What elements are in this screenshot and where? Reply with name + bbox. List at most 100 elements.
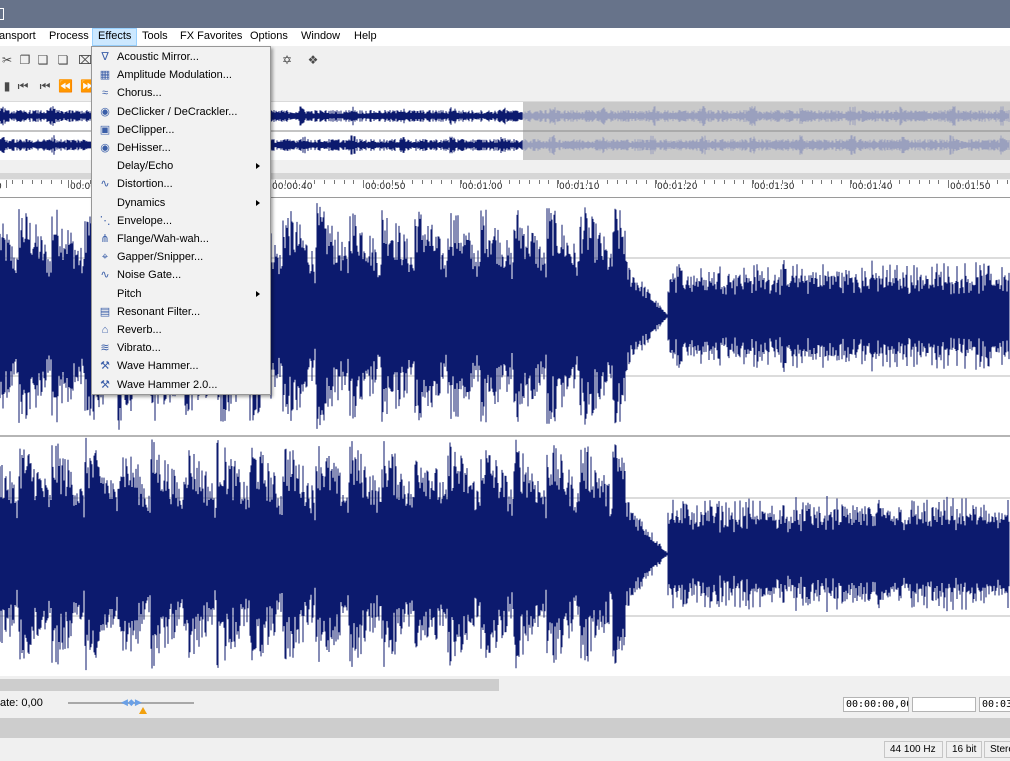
ruler-minor-tick <box>32 180 33 184</box>
effects-menu-item[interactable]: Delay/Echo <box>94 157 268 175</box>
vibrato-icon: ≋ <box>100 342 110 355</box>
ruler-minor-tick <box>71 180 72 184</box>
horizontal-scrollbar[interactable] <box>0 678 1010 692</box>
effects-menu-item[interactable]: ⚒ Wave Hammer... <box>94 357 268 375</box>
effects-menu-item[interactable]: ▣ DeClipper... <box>94 121 268 139</box>
effects-menu-item-label: Acoustic Mirror... <box>117 51 199 63</box>
effects-menu-item-label: Pitch <box>117 287 142 300</box>
ruler-minor-tick <box>782 180 783 184</box>
ruler-minor-tick <box>841 180 842 184</box>
ruler-minor-tick <box>880 180 881 184</box>
ruler-minor-tick <box>656 180 657 184</box>
menu-window[interactable]: Window <box>296 28 345 46</box>
ruler-minor-tick <box>714 180 715 184</box>
go-to-start-icon[interactable]: ⏮ <box>16 79 30 93</box>
cut-icon[interactable]: ✂ <box>0 53 14 67</box>
menu-effects[interactable]: Effects <box>92 28 138 46</box>
effects-menu: ∇ Acoustic Mirror... ▦ Amplitude Modulation… <box>91 46 271 395</box>
effects-menu-item[interactable]: ◉ DeClicker / DeCrackler... <box>94 103 268 121</box>
plugin-icon[interactable]: ❖ <box>306 53 320 67</box>
effects-menu-item[interactable]: ⋱ Envelope... <box>94 212 268 230</box>
mix-icon[interactable]: ❏ <box>56 53 70 67</box>
length-field[interactable]: 00:03: <box>979 697 1010 712</box>
menu-bar: ansport Process Effects Tools FX Favorit… <box>0 28 1010 46</box>
effects-menu-item-label: Amplitude Modulation... <box>117 69 232 82</box>
ruler-minor-tick <box>1007 180 1008 184</box>
ruler-minor-tick <box>334 180 335 184</box>
effects-menu-item[interactable]: ∿ Distortion... <box>94 175 268 193</box>
rewind-icon[interactable]: ⏪ <box>58 79 73 93</box>
ruler-minor-tick <box>763 180 764 184</box>
ruler-minor-tick <box>695 180 696 184</box>
selection-field[interactable] <box>912 697 976 712</box>
effects-menu-item[interactable]: ≈ Chorus... <box>94 84 268 102</box>
ruler-minor-tick <box>529 180 530 184</box>
submenu-arrow-icon <box>256 290 260 297</box>
ruler-minor-tick <box>987 180 988 184</box>
effects-menu-item[interactable]: ▦ Amplitude Modulation... <box>94 66 268 84</box>
effects-menu-item[interactable]: ∿ Noise Gate... <box>94 266 268 284</box>
ruler-minor-tick <box>773 180 774 184</box>
stop-icon[interactable]: ▮ <box>0 79 14 93</box>
copy-icon[interactable]: ❐ <box>18 53 32 67</box>
effects-menu-item[interactable]: ◉ DeHisser... <box>94 139 268 157</box>
scrollbar-thumb[interactable] <box>0 679 499 691</box>
ruler-label: 0 <box>0 182 2 192</box>
ruler-minor-tick <box>743 180 744 184</box>
ruler-minor-tick <box>392 180 393 184</box>
submenu-arrow-icon <box>256 163 260 170</box>
ruler-minor-tick <box>753 180 754 184</box>
slider-knob-icon[interactable]: ◀◆▶ <box>121 697 143 707</box>
ruler-minor-tick <box>636 180 637 184</box>
effects-menu-item[interactable]: Pitch <box>94 285 268 303</box>
effects-menu-item-label: Flange/Wah-wah... <box>117 233 209 245</box>
ruler-minor-tick <box>12 180 13 184</box>
effects-menu-item[interactable]: ⌖ Gapper/Snipper... <box>94 248 268 266</box>
ruler-minor-tick <box>919 180 920 184</box>
ruler-minor-tick <box>519 180 520 184</box>
menu-process[interactable]: Process <box>44 28 94 46</box>
channels-indicator[interactable]: Stere <box>984 741 1010 758</box>
info-strip <box>0 718 1010 738</box>
ruler-minor-tick <box>373 180 374 184</box>
acoustic-mirror-icon: ∇ <box>101 51 109 63</box>
ruler-minor-tick <box>80 180 81 184</box>
menu-tools[interactable]: Tools <box>137 28 173 46</box>
menu-fx-favorites[interactable]: FX Favorites <box>175 28 247 46</box>
ruler-minor-tick <box>958 180 959 184</box>
plugin-chain-icon[interactable]: ✡ <box>280 53 294 67</box>
effects-menu-item[interactable]: ⋔ Flange/Wah-wah... <box>94 230 268 248</box>
ruler-label: 00:01:20 <box>657 182 698 192</box>
cursor-position-field[interactable]: 00:00:00,000 <box>843 697 909 712</box>
bit-depth-indicator[interactable]: 16 bit <box>946 741 982 758</box>
status-bar: 44 100 Hz 16 bit Stere <box>0 738 1010 761</box>
flange-icon: ⋔ <box>100 233 110 245</box>
distortion-icon: ∿ <box>100 178 110 191</box>
ruler-minor-tick <box>851 180 852 184</box>
effects-menu-item[interactable]: Dynamics <box>94 194 268 212</box>
effects-menu-item-label: Resonant Filter... <box>117 305 201 318</box>
app-icon[interactable] <box>0 8 4 20</box>
ruler-minor-tick <box>617 180 618 184</box>
effects-menu-item[interactable]: ▤ Resonant Filter... <box>94 303 268 321</box>
waveform-channel <box>0 437 1010 671</box>
crop-icon[interactable]: ⌧ <box>78 53 92 67</box>
effects-menu-item-label: DeClicker / DeCrackler... <box>117 105 238 118</box>
menu-help[interactable]: Help <box>349 28 382 46</box>
menu-transport[interactable]: ansport <box>0 28 41 46</box>
ruler-minor-tick <box>909 180 910 184</box>
previous-icon[interactable]: ⏮ <box>38 79 52 93</box>
ruler-label: 00:01:30 <box>754 182 795 192</box>
ruler-minor-tick <box>285 180 286 184</box>
effects-menu-item[interactable]: ∇ Acoustic Mirror... <box>94 48 268 66</box>
menu-options[interactable]: Options <box>245 28 293 46</box>
paste-icon[interactable]: ❑ <box>36 53 50 67</box>
effects-menu-item[interactable]: ⚒ Wave Hammer 2.0... <box>94 376 268 394</box>
effects-menu-item[interactable]: ⌂ Reverb... <box>94 321 268 339</box>
declicker-icon: ◉ <box>100 105 110 118</box>
sample-rate-indicator[interactable]: 44 100 Hz <box>884 741 943 758</box>
wave-hammer-icon: ⚒ <box>100 360 110 373</box>
ruler-minor-tick <box>412 180 413 184</box>
effects-menu-item[interactable]: ≋ Vibrato... <box>94 339 268 357</box>
effects-menu-item-label: Delay/Echo <box>117 160 174 173</box>
